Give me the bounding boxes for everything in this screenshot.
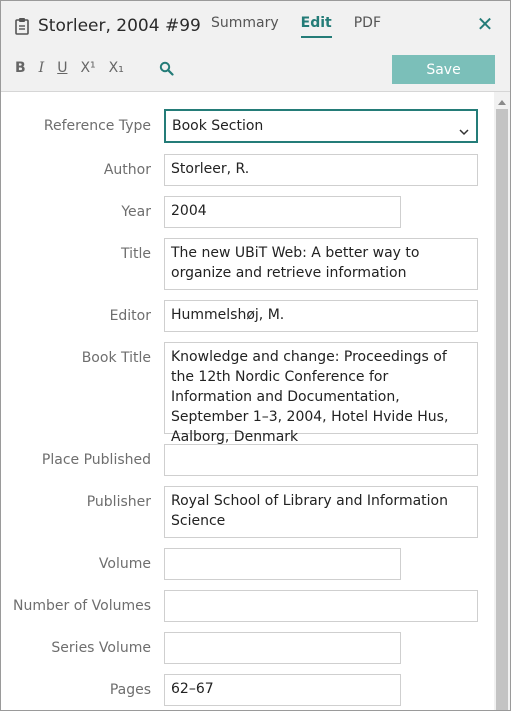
book-title-label: Book Title	[81, 350, 151, 366]
reference-type-select[interactable]: Book Section	[164, 109, 478, 143]
author-label: Author	[103, 162, 151, 178]
clipboard-icon	[15, 17, 29, 35]
title-label: Title	[120, 246, 151, 262]
reference-title: Storleer, 2004 #99	[38, 16, 201, 36]
reference-type-label: Reference Type	[43, 118, 151, 134]
pages-field[interactable]: 62–67	[164, 674, 401, 706]
tab-bar: Summary Edit PDF	[211, 15, 403, 38]
volume-field[interactable]	[164, 548, 401, 580]
place-published-label: Place Published	[41, 452, 151, 468]
format-toolbar: B I U X¹ X₁	[15, 60, 174, 76]
editor-label: Editor	[109, 308, 151, 324]
underline-button[interactable]: U	[57, 60, 67, 76]
tab-pdf[interactable]: PDF	[354, 15, 381, 38]
subscript-button[interactable]: X₁	[109, 60, 124, 76]
scroll-up-arrow-icon[interactable]	[494, 94, 510, 106]
book-title-field[interactable]: Knowledge and change: Proceedings of the…	[164, 342, 478, 445]
publisher-label: Publisher	[86, 494, 151, 510]
year-field[interactable]: 2004	[164, 196, 401, 228]
number-of-volumes-label: Number of Volumes	[13, 598, 151, 614]
edit-form: Reference Type Book Section Author Storl…	[1, 92, 494, 710]
title-row: Storleer, 2004 #99	[15, 11, 201, 41]
series-volume-field[interactable]	[164, 632, 401, 664]
reference-panel: Storleer, 2004 #99 Summary Edit PDF ✕ B …	[0, 0, 511, 711]
superscript-button[interactable]: X¹	[80, 60, 95, 76]
year-label: Year	[121, 204, 151, 220]
search-icon[interactable]	[159, 61, 174, 76]
publisher-field[interactable]: Royal School of Library and Information …	[164, 486, 478, 538]
number-of-volumes-field[interactable]	[164, 590, 478, 622]
tab-edit[interactable]: Edit	[300, 15, 332, 38]
pages-label: Pages	[109, 682, 151, 698]
scrollbar-thumb[interactable]	[496, 109, 508, 710]
title-field[interactable]: The new UBiT Web: A better way to organi…	[164, 238, 478, 290]
author-field[interactable]: Storleer, R.	[164, 154, 478, 186]
panel-header: Storleer, 2004 #99 Summary Edit PDF ✕ B …	[1, 1, 510, 92]
reference-type-value: Book Section	[172, 118, 264, 134]
chevron-down-icon	[458, 122, 470, 136]
close-icon[interactable]: ✕	[476, 14, 494, 34]
italic-button[interactable]: I	[39, 60, 45, 76]
volume-label: Volume	[98, 556, 151, 572]
series-volume-label: Series Volume	[51, 640, 151, 656]
bold-button[interactable]: B	[15, 60, 26, 76]
editor-field[interactable]: Hummelshøj, M.	[164, 300, 478, 332]
save-button[interactable]: Save	[392, 55, 495, 84]
place-published-field[interactable]	[164, 444, 478, 476]
tab-summary[interactable]: Summary	[211, 15, 279, 38]
vertical-scrollbar[interactable]	[494, 92, 510, 710]
